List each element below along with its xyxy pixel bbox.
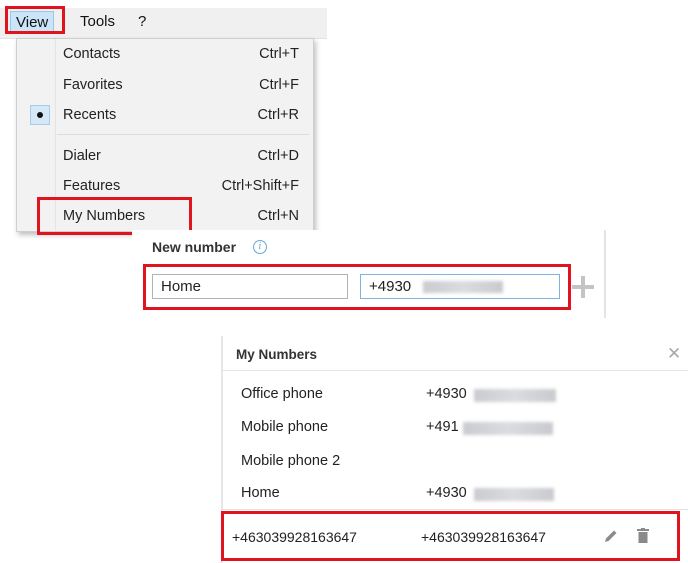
number-label: Mobile phone bbox=[241, 419, 329, 435]
menu-item-label: Favorites bbox=[63, 77, 123, 93]
highlight-view-menu bbox=[5, 6, 65, 34]
highlight-new-number-row bbox=[221, 511, 680, 561]
menu-item-favorites[interactable]: Favorites Ctrl+F bbox=[17, 70, 313, 100]
redacted-digits bbox=[463, 422, 553, 435]
menu-item-shortcut: Ctrl+F bbox=[259, 77, 299, 93]
redacted-digits bbox=[474, 389, 556, 402]
number-value: +4930 bbox=[426, 386, 467, 402]
number-label: Office phone bbox=[241, 386, 323, 402]
menu-item-dialer[interactable]: Dialer Ctrl+D bbox=[17, 141, 313, 171]
highlight-new-number-fields bbox=[143, 264, 571, 310]
number-label: Mobile phone 2 bbox=[241, 453, 341, 469]
list-divider bbox=[223, 509, 688, 510]
number-value: +4930 bbox=[426, 485, 467, 501]
menu-item-label: Contacts bbox=[63, 46, 121, 62]
header-divider bbox=[223, 370, 688, 371]
menu-item-contacts[interactable]: Contacts Ctrl+T bbox=[17, 39, 313, 69]
check-dot-icon bbox=[30, 105, 50, 125]
my-numbers-title: My Numbers bbox=[236, 347, 318, 362]
panel-divider bbox=[604, 230, 606, 318]
menu-item-recents[interactable]: Recents Ctrl+R bbox=[17, 100, 313, 130]
info-icon[interactable]: i bbox=[253, 240, 267, 254]
plus-icon[interactable] bbox=[572, 276, 594, 298]
new-number-title: New number bbox=[152, 239, 237, 255]
number-label: Home bbox=[241, 485, 280, 501]
menu-item-shortcut: Ctrl+T bbox=[259, 46, 299, 62]
menu-tools[interactable]: Tools bbox=[80, 13, 115, 30]
menu-item-label: Dialer bbox=[63, 148, 101, 164]
number-value: +491 bbox=[426, 419, 459, 435]
menu-item-shortcut: Ctrl+D bbox=[257, 148, 300, 164]
menu-item-shortcut: Ctrl+R bbox=[257, 107, 300, 123]
menu-separator bbox=[57, 134, 309, 135]
menu-help[interactable]: ? bbox=[138, 13, 146, 30]
menu-item-label: Features bbox=[63, 178, 121, 194]
close-icon[interactable]: ✕ bbox=[667, 344, 681, 364]
menu-item-label: Recents bbox=[63, 107, 117, 123]
menu-item-shortcut: Ctrl+N bbox=[257, 208, 300, 224]
redacted-digits bbox=[474, 488, 554, 501]
menu-item-shortcut: Ctrl+Shift+F bbox=[221, 178, 299, 194]
